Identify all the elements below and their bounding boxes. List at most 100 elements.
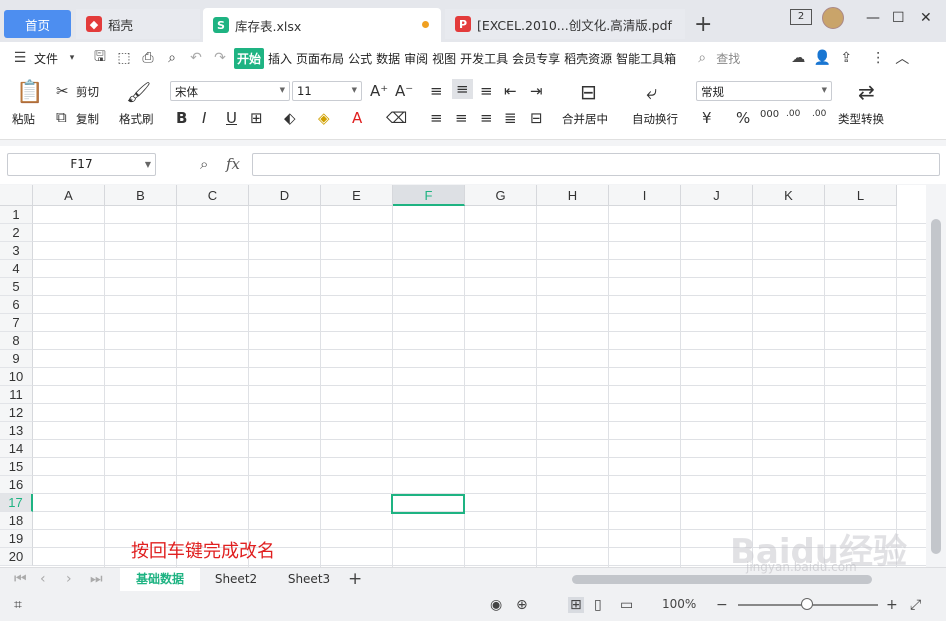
zoom-out-icon[interactable]: −: [716, 597, 728, 613]
thousands-button[interactable]: 000: [760, 109, 779, 120]
cloud-sync-icon[interactable]: ☁: [788, 48, 808, 68]
zoom-icon[interactable]: ⌕: [200, 155, 208, 173]
fx-button[interactable]: fx: [226, 155, 240, 173]
distributed-icon[interactable]: ⊟: [530, 109, 543, 127]
align-bottom-icon[interactable]: ≡: [480, 82, 493, 100]
increase-indent-icon[interactable]: ⇥: [530, 82, 543, 100]
minimize-icon[interactable]: —: [866, 10, 880, 26]
normal-view-icon[interactable]: ⊞: [568, 597, 584, 613]
sheet-tab-basic-data[interactable]: 基础数据: [120, 568, 200, 591]
clear-icon[interactable]: ⌫: [386, 109, 407, 127]
vertical-scroll-thumb[interactable]: [931, 219, 941, 554]
row-header[interactable]: 6: [0, 296, 33, 314]
convert-icon[interactable]: ⇄: [858, 80, 875, 104]
decrease-indent-icon[interactable]: ⇤: [504, 82, 517, 100]
page-layout-view-icon[interactable]: ▯: [594, 597, 602, 613]
increase-font-icon[interactable]: A⁺: [370, 82, 388, 100]
redo-icon[interactable]: ↷: [210, 48, 230, 68]
align-right-icon[interactable]: ≡: [480, 109, 493, 127]
export-icon[interactable]: ⬚: [114, 48, 134, 68]
undo-icon[interactable]: ↶: [186, 48, 206, 68]
copy-button[interactable]: 复制: [76, 111, 99, 127]
format-painter-button[interactable]: 格式刷: [119, 111, 154, 127]
font-size-select[interactable]: 11 ▼: [292, 81, 362, 101]
menu-page-layout[interactable]: 页面布局: [296, 50, 344, 67]
zoom-level[interactable]: 100%: [662, 597, 696, 611]
first-sheet-icon[interactable]: ⏮: [14, 571, 27, 587]
paste-icon[interactable]: 📋: [16, 80, 43, 105]
column-header[interactable]: K: [753, 185, 825, 206]
row-header[interactable]: 8: [0, 332, 33, 350]
row-header[interactable]: 18: [0, 512, 33, 530]
menu-member[interactable]: 会员专享: [512, 50, 560, 67]
align-left-icon[interactable]: ≡: [430, 109, 443, 127]
align-center-icon[interactable]: ≡: [455, 109, 468, 127]
vertical-scrollbar[interactable]: [926, 185, 946, 567]
collaborate-icon[interactable]: 👤: [812, 48, 832, 68]
justify-icon[interactable]: ≣: [504, 109, 517, 127]
tab-daoke[interactable]: ◆ 稻壳: [76, 9, 200, 39]
formula-input[interactable]: [252, 153, 940, 176]
save-icon[interactable]: 🖫: [90, 48, 110, 68]
sheet-tab-sheet2[interactable]: Sheet2: [200, 568, 272, 591]
tab-pdf-file[interactable]: P [EXCEL.2010...创文化.高清版.pdf: [445, 9, 685, 39]
row-header[interactable]: 7: [0, 314, 33, 332]
column-header[interactable]: D: [249, 185, 321, 206]
row-header[interactable]: 16: [0, 476, 33, 494]
avatar[interactable]: [822, 7, 844, 29]
tab-home[interactable]: 首页: [4, 10, 71, 38]
font-name-select[interactable]: 宋体 ▼: [170, 81, 290, 101]
cell-style-icon[interactable]: ⬖: [284, 109, 296, 127]
type-convert-button[interactable]: 类型转换: [838, 111, 884, 127]
share-icon[interactable]: ⇪: [836, 48, 856, 68]
menu-developer[interactable]: 开发工具: [460, 50, 508, 67]
horizontal-scroll-thumb[interactable]: [572, 575, 872, 584]
menu-daoke-resources[interactable]: 稻壳资源: [564, 50, 612, 67]
menu-smart-toolbox[interactable]: 智能工具箱: [616, 50, 676, 67]
increase-decimal-button[interactable]: .00: [786, 109, 800, 119]
input-method-icon[interactable]: ⊕: [516, 597, 528, 613]
eye-protection-icon[interactable]: ◉: [490, 597, 502, 613]
currency-button[interactable]: ¥: [702, 109, 712, 127]
add-sheet-icon[interactable]: +: [348, 569, 362, 589]
prev-sheet-icon[interactable]: ‹: [40, 571, 46, 587]
italic-icon[interactable]: I: [202, 109, 206, 127]
decrease-font-icon[interactable]: A⁻: [395, 82, 413, 100]
zoom-slider-thumb[interactable]: [801, 598, 813, 610]
wrap-text-button[interactable]: 自动换行: [632, 111, 678, 127]
menu-view[interactable]: 视图: [432, 50, 456, 67]
close-icon[interactable]: ✕: [920, 10, 932, 26]
row-header[interactable]: 15: [0, 458, 33, 476]
column-header[interactable]: E: [321, 185, 393, 206]
row-header[interactable]: 17: [0, 494, 33, 512]
maximize-icon[interactable]: ☐: [892, 10, 905, 26]
select-all-corner[interactable]: [0, 185, 33, 206]
fullscreen-icon[interactable]: ⤢: [910, 597, 921, 613]
percent-button[interactable]: %: [736, 109, 750, 127]
font-color-icon[interactable]: A: [352, 109, 362, 127]
name-box[interactable]: F17 ▼: [7, 153, 156, 176]
menu-file[interactable]: 文件: [34, 50, 58, 67]
row-header[interactable]: 14: [0, 440, 33, 458]
border-icon[interactable]: ⊞: [250, 109, 263, 127]
spreadsheet-grid[interactable]: A B C D E F G H I J K L 1 2 3 4 5 6 7 8 9 10 11 12 13 14 15 16 17 18 1…: [0, 185, 926, 567]
column-header[interactable]: A: [33, 185, 105, 206]
bold-icon[interactable]: B: [176, 109, 187, 127]
row-header[interactable]: 9: [0, 350, 33, 368]
hamburger-icon[interactable]: ☰: [10, 48, 30, 68]
print-preview-icon[interactable]: ⌕: [162, 48, 182, 68]
column-header[interactable]: L: [825, 185, 897, 206]
menu-search[interactable]: 查找: [716, 50, 740, 67]
row-header[interactable]: 20: [0, 548, 33, 566]
align-middle-icon[interactable]: ≡: [452, 79, 473, 99]
row-header[interactable]: 4: [0, 260, 33, 278]
align-top-icon[interactable]: ≡: [430, 82, 443, 100]
number-format-select[interactable]: 常规 ▼: [696, 81, 832, 101]
row-header[interactable]: 11: [0, 386, 33, 404]
collapse-ribbon-icon[interactable]: ︿: [892, 48, 912, 68]
format-painter-icon[interactable]: 🖌: [126, 80, 151, 104]
page-break-view-icon[interactable]: ▭: [620, 597, 633, 613]
zoom-in-icon[interactable]: +: [886, 597, 898, 613]
column-header[interactable]: F: [393, 185, 465, 206]
selected-cell[interactable]: [391, 494, 465, 514]
